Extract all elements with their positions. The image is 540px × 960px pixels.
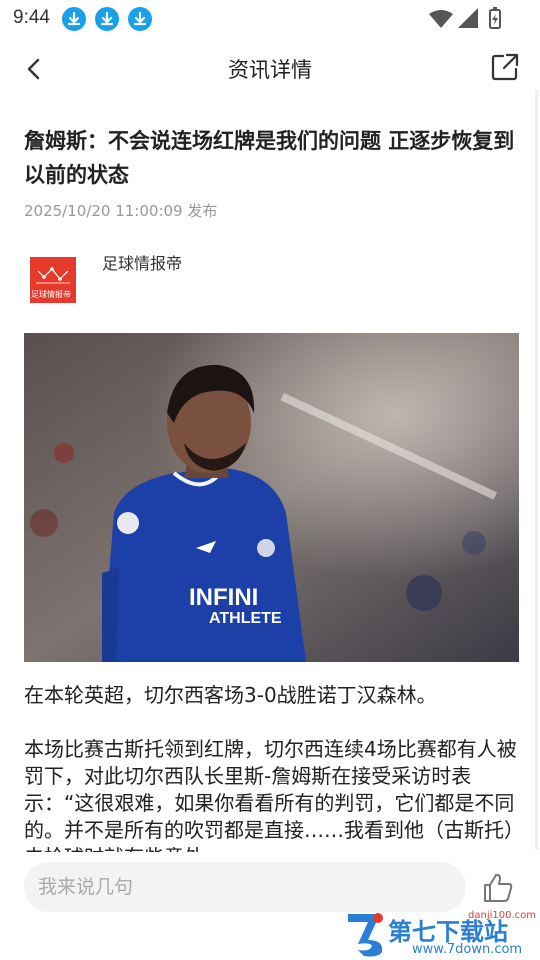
download-icon xyxy=(128,7,152,31)
share-button[interactable] xyxy=(490,52,520,82)
download-icon xyxy=(95,7,119,31)
nav-bar: 资讯详情 xyxy=(0,44,540,94)
battery-icon xyxy=(489,7,501,29)
source-name[interactable]: 足球情报帝 xyxy=(102,250,182,274)
publish-time: 2025/10/20 11:00:09 发布 xyxy=(24,202,218,220)
watermark-url: www.7down.com xyxy=(412,942,523,957)
svg-text:INFINI: INFINI xyxy=(189,584,258,611)
comment-input[interactable]: 我来说几句 xyxy=(24,862,466,912)
share-icon xyxy=(491,53,519,81)
watermark-logo xyxy=(348,913,383,957)
watermark: 第七下载站 www.7down.com danji100.com xyxy=(340,910,540,960)
article-body: 在本轮英超，切尔西客场3-0战胜诺丁汉森林。 本场比赛古斯托领到红牌，切尔西连续… xyxy=(24,682,520,852)
status-time: 9:44 xyxy=(13,7,50,28)
scrollbar[interactable] xyxy=(535,90,538,850)
article-title: 詹姆斯：不会说连场红牌是我们的问题 正逐步恢复到以前的状态 xyxy=(24,129,515,187)
watermark-small: danji100.com xyxy=(468,910,536,921)
source-logo[interactable]: 足球情报帝 xyxy=(30,257,76,303)
article-paragraph: 在本轮英超，切尔西客场3-0战胜诺丁汉森林。 xyxy=(24,683,437,707)
thumbs-up-icon xyxy=(484,873,513,902)
article-paragraph: 本场比赛古斯托领到红牌，切尔西连续4场比赛都有人被罚下，对此切尔西队长里斯-詹姆… xyxy=(24,737,517,852)
system-icons xyxy=(424,6,504,30)
bottom-bar: 我来说几句 第七下载站 www.7down.com danji100.com xyxy=(0,852,540,960)
download-icon xyxy=(62,7,86,31)
status-bar: 9:44 xyxy=(0,0,540,36)
source-logo-text: 足球情报帝 xyxy=(31,290,71,299)
signal-icon xyxy=(458,8,478,28)
like-button[interactable] xyxy=(480,870,516,906)
svg-text:ATHLETE: ATHLETE xyxy=(209,610,282,627)
page-title: 资讯详情 xyxy=(228,58,312,82)
article-hero-image: INFINI ATHLETE xyxy=(24,333,519,662)
wifi-icon xyxy=(429,10,453,28)
